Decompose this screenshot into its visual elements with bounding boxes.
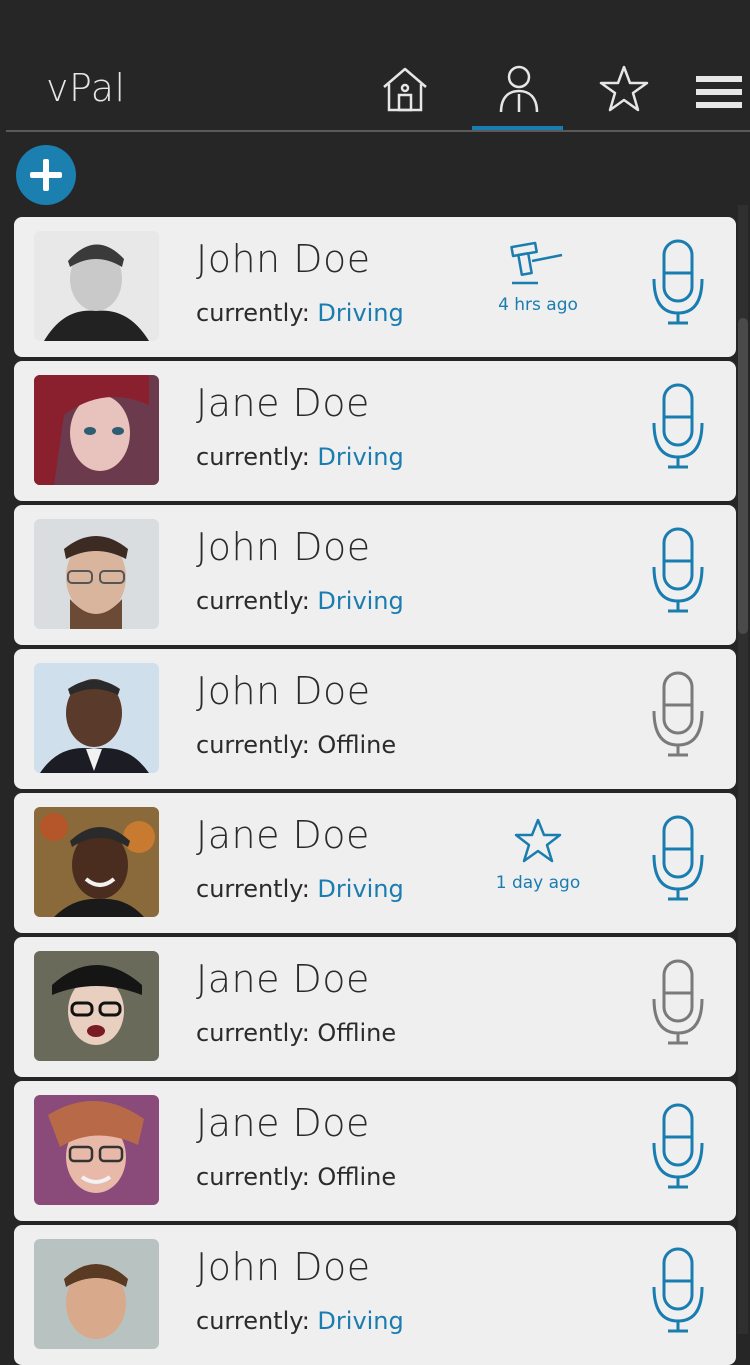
contact-status: currently: Driving (196, 443, 404, 471)
microphone-icon[interactable] (650, 381, 706, 471)
activity-time: 1 day ago (495, 873, 581, 893)
contact-card[interactable]: Jane Doe currently: Offline (14, 937, 736, 1077)
add-contact-button[interactable] (16, 145, 76, 205)
avatar (34, 951, 159, 1061)
gavel-icon (510, 241, 563, 285)
activity-time: 4 hrs ago (498, 295, 578, 315)
header-divider (6, 130, 750, 132)
status-value: Driving (317, 1307, 404, 1335)
app-title: vPal (46, 66, 126, 110)
contact-status: currently: Offline (196, 731, 397, 759)
contact-name: John Doe (196, 1245, 371, 1289)
microphone-icon[interactable] (650, 669, 706, 759)
contact-name: John Doe (196, 669, 371, 713)
person-icon[interactable] (494, 64, 544, 114)
contact-card[interactable]: Jane Doe currently: Driving 1 day ago (14, 793, 736, 933)
avatar (34, 807, 159, 917)
scrollbar-thumb[interactable] (738, 318, 748, 634)
contact-status: currently: Driving (196, 299, 404, 327)
activity-indicator: 1 day ago (484, 817, 592, 893)
home-icon[interactable] (380, 64, 430, 114)
microphone-icon[interactable] (650, 1245, 706, 1335)
hamburger-menu-icon[interactable] (696, 74, 742, 110)
avatar (34, 519, 159, 629)
status-value: Offline (317, 1019, 397, 1047)
contact-card[interactable]: John Doe currently: Driving (14, 505, 736, 645)
status-value: Offline (317, 1163, 397, 1191)
contact-status: currently: Offline (196, 1163, 397, 1191)
avatar (34, 663, 159, 773)
star-icon[interactable] (598, 64, 650, 114)
status-value: Offline (317, 731, 397, 759)
contact-status: currently: Driving (196, 587, 404, 615)
contact-name: Jane Doe (196, 1101, 370, 1145)
contact-card[interactable]: John Doe currently: Driving (14, 1225, 736, 1365)
contact-card[interactable]: Jane Doe currently: Driving (14, 361, 736, 501)
microphone-icon[interactable] (650, 957, 706, 1047)
contact-name: Jane Doe (196, 957, 370, 1001)
contact-card[interactable]: Jane Doe currently: Offline (14, 1081, 736, 1221)
contact-name: John Doe (196, 237, 371, 281)
contact-status: currently: Driving (196, 1307, 404, 1335)
star-icon (514, 818, 562, 863)
contact-name: Jane Doe (196, 381, 370, 425)
avatar (34, 1095, 159, 1205)
microphone-icon[interactable] (650, 237, 706, 327)
status-value: Driving (317, 875, 404, 903)
contact-card[interactable]: John Doe currently: Offline (14, 649, 736, 789)
status-value: Driving (317, 587, 404, 615)
microphone-icon[interactable] (650, 1101, 706, 1191)
contact-status: currently: Offline (196, 1019, 397, 1047)
microphone-icon[interactable] (650, 813, 706, 903)
status-value: Driving (317, 299, 404, 327)
app-header: vPal (0, 0, 750, 132)
microphone-icon[interactable] (650, 525, 706, 615)
contact-name: John Doe (196, 525, 371, 569)
status-value: Driving (317, 443, 404, 471)
avatar (34, 231, 159, 341)
avatar (34, 1239, 159, 1349)
contact-status: currently: Driving (196, 875, 404, 903)
avatar (34, 375, 159, 485)
activity-indicator: 4 hrs ago (484, 241, 592, 315)
contact-card[interactable]: John Doe currently: Driving 4 hrs ago (14, 217, 736, 357)
contact-name: Jane Doe (196, 813, 370, 857)
